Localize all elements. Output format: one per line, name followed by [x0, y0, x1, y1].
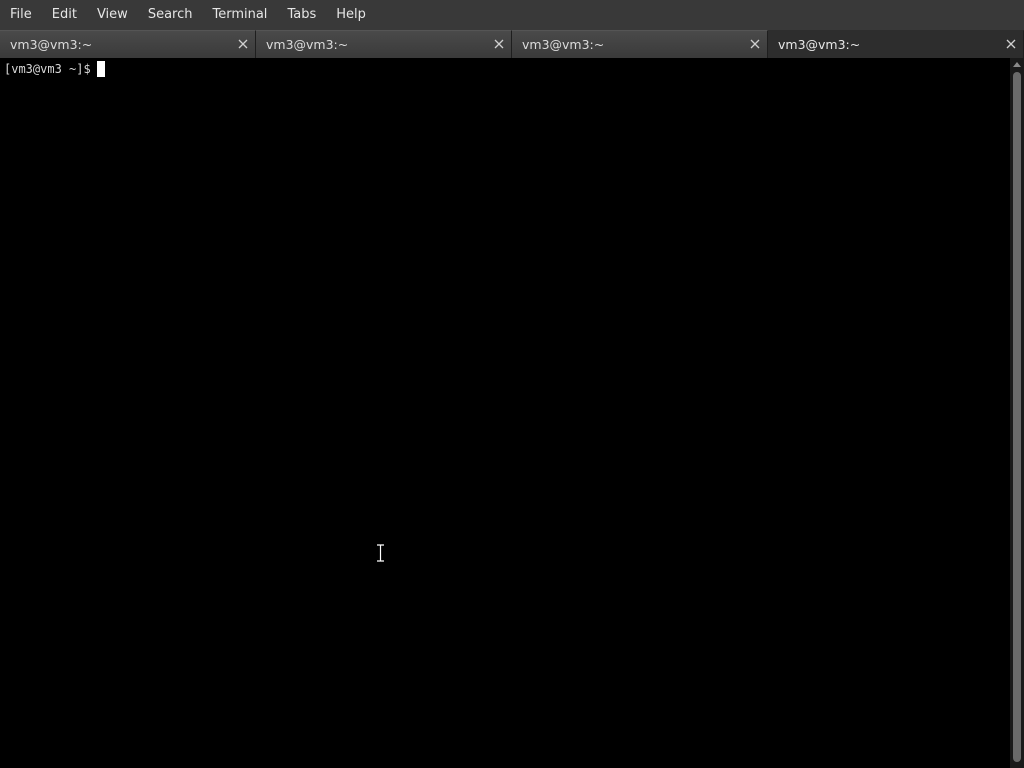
prompt-line: [vm3@vm3 ~]$	[4, 61, 1006, 77]
tab-label: vm3@vm3:~	[522, 37, 605, 52]
close-icon[interactable]	[1004, 37, 1018, 51]
terminal-output[interactable]: [vm3@vm3 ~]$	[0, 58, 1010, 768]
tab-bar: vm3@vm3:~ vm3@vm3:~ vm3@vm3:~ vm3@vm3:~	[0, 30, 1024, 58]
tab-label: vm3@vm3:~	[10, 37, 93, 52]
scrollbar-thumb[interactable]	[1013, 72, 1021, 762]
vertical-scrollbar[interactable]	[1010, 58, 1024, 768]
menu-search[interactable]: Search	[138, 0, 203, 30]
terminal-window: File Edit View Search Terminal Tabs Help…	[0, 0, 1024, 768]
menu-bar: File Edit View Search Terminal Tabs Help	[0, 0, 1024, 30]
close-icon[interactable]	[492, 37, 506, 51]
menu-view[interactable]: View	[87, 0, 138, 30]
scroll-up-arrow-icon[interactable]	[1013, 62, 1021, 67]
text-cursor	[96, 61, 105, 77]
menu-terminal[interactable]: Terminal	[202, 0, 277, 30]
tab-4-active[interactable]: vm3@vm3:~	[768, 30, 1024, 58]
menu-tabs[interactable]: Tabs	[277, 0, 326, 30]
tab-label: vm3@vm3:~	[266, 37, 349, 52]
close-icon[interactable]	[236, 37, 250, 51]
tab-3[interactable]: vm3@vm3:~	[512, 30, 768, 58]
menu-edit[interactable]: Edit	[42, 0, 87, 30]
close-icon[interactable]	[748, 37, 762, 51]
menu-help[interactable]: Help	[326, 0, 376, 30]
tab-label: vm3@vm3:~	[778, 37, 861, 52]
menu-file[interactable]: File	[0, 0, 42, 30]
tab-2[interactable]: vm3@vm3:~	[256, 30, 512, 58]
ibeam-pointer-icon	[376, 543, 385, 563]
shell-prompt: [vm3@vm3 ~]$	[4, 62, 91, 76]
tab-1[interactable]: vm3@vm3:~	[0, 30, 256, 58]
